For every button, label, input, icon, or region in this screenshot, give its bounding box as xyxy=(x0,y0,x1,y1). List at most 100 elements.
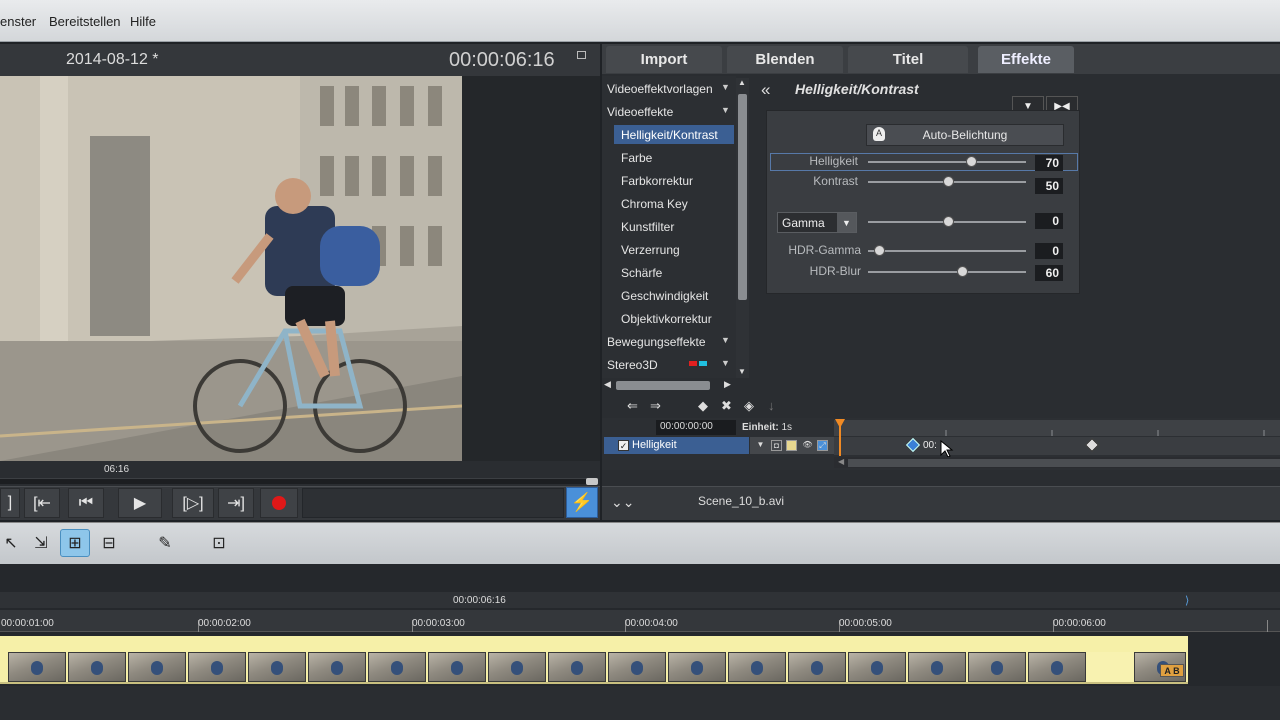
scrub-track[interactable] xyxy=(0,478,598,484)
keyframe-checkbox[interactable]: ✓ xyxy=(618,440,629,451)
fx-item-geschwindigkeit[interactable]: Geschwindigkeit xyxy=(621,289,708,303)
mark-out-icon[interactable]: ] xyxy=(0,488,20,518)
zoom-tool-icon[interactable]: ⊡ xyxy=(204,529,234,557)
helligkeit-value[interactable]: 70 xyxy=(1035,155,1063,171)
transition-badge-icon[interactable]: A B xyxy=(1160,664,1184,677)
effects-hscroll-thumb[interactable] xyxy=(616,381,710,390)
lock-icon[interactable]: ◘ xyxy=(771,440,782,451)
category-label: Videoeffekte xyxy=(607,105,674,119)
kontrast-knob[interactable] xyxy=(943,176,954,187)
delete-keyframe-icon[interactable]: ✖ xyxy=(721,398,732,414)
category-bewegungseffekte[interactable]: Bewegungseffekte ▼ xyxy=(607,335,730,349)
go-to-end-icon[interactable]: ⇥] xyxy=(218,488,254,518)
clip-thumbnail xyxy=(8,652,66,682)
fx-item-schaerfe[interactable]: Schärfe xyxy=(621,266,662,280)
ruler-label: 00:00:03:00 xyxy=(412,618,465,629)
menu-hilfe[interactable]: Hilfe xyxy=(130,14,156,29)
go-to-start-icon[interactable]: [⇤ xyxy=(24,488,60,518)
fx-item-helligkeit-kontrast[interactable]: Helligkeit/Kontrast xyxy=(614,125,734,144)
razor-tool-icon[interactable]: ✎ xyxy=(150,529,180,557)
category-videoeffektvorlagen[interactable]: Videoeffektvorlagen ▼ xyxy=(607,82,730,96)
play-range-icon[interactable]: [▷] xyxy=(172,488,214,518)
keyframe-ruler[interactable] xyxy=(834,420,1280,436)
scroll-left-icon[interactable]: ◀ xyxy=(604,379,611,390)
keyframe-scroll-thumb[interactable] xyxy=(848,459,1280,467)
menu-bereitstellen[interactable]: Bereitstellen xyxy=(49,14,121,29)
record-icon[interactable] xyxy=(260,488,298,518)
prev-keyframe-icon[interactable]: ⇐ xyxy=(627,398,638,414)
expand-down-icon[interactable]: ⌄⌄ xyxy=(611,494,634,511)
fx-item-farbe[interactable]: Farbe xyxy=(621,151,652,165)
category-videoeffekte[interactable]: Videoeffekte ▼ xyxy=(607,105,730,119)
curve-icon[interactable]: ⤢ xyxy=(817,440,828,451)
fx-item-farbkorrektur[interactable]: Farbkorrektur xyxy=(621,174,693,188)
clip-header[interactable] xyxy=(0,636,1188,650)
transport-spacer xyxy=(302,488,564,518)
chevron-down-icon: ▼ xyxy=(721,358,730,368)
tab-effekte[interactable]: Effekte xyxy=(978,46,1074,73)
category-label: Stereo3D xyxy=(607,358,658,372)
hdr-blur-value[interactable]: 60 xyxy=(1035,265,1063,281)
back-icon[interactable]: « xyxy=(761,80,770,100)
effects-vscroll-thumb[interactable] xyxy=(738,94,747,300)
color-icon[interactable] xyxy=(786,440,797,451)
kontrast-value[interactable]: 50 xyxy=(1035,178,1063,194)
next-keyframe-icon[interactable]: ⇒ xyxy=(650,398,661,414)
helligkeit-slider[interactable] xyxy=(868,161,1026,163)
end-marker-icon[interactable]: ⟩ xyxy=(1185,594,1189,607)
hdr-gamma-knob[interactable] xyxy=(874,245,885,256)
maximize-icon[interactable] xyxy=(577,51,586,59)
chevron-down-icon: ▼ xyxy=(721,82,730,92)
scrub-handle[interactable] xyxy=(586,478,598,485)
chevron-down-icon: ▼ xyxy=(721,105,730,115)
fx-item-chroma-key[interactable]: Chroma Key xyxy=(621,197,688,211)
fx-item-verzerrung[interactable]: Verzerrung xyxy=(621,243,680,257)
chevron-down-icon[interactable]: ▼ xyxy=(837,213,856,232)
auto-exposure-button[interactable]: Auto-Belichtung xyxy=(866,124,1064,146)
scroll-left-icon[interactable]: ◀ xyxy=(838,457,844,466)
clip-filename: Scene_10_b.avi xyxy=(698,494,785,508)
scroll-down-icon[interactable]: ▼ xyxy=(738,367,746,376)
hdr-blur-slider[interactable] xyxy=(868,271,1026,273)
fx-item-objektivkorrektur[interactable]: Objektivkorrektur xyxy=(621,312,712,326)
tab-blenden[interactable]: Blenden xyxy=(727,46,843,73)
copy-keyframe-icon[interactable]: ◈ xyxy=(744,398,754,414)
fx-item-kunstfilter[interactable]: Kunstfilter xyxy=(621,220,674,234)
menu-fenster[interactable]: enster xyxy=(0,14,36,29)
scroll-up-icon[interactable]: ▲ xyxy=(738,78,746,87)
previous-frame-icon[interactable]: ⏮ xyxy=(68,488,104,518)
range-tool-icon[interactable]: ⊟ xyxy=(94,529,124,557)
hdr-gamma-slider[interactable] xyxy=(868,250,1026,252)
gamma-select-value: Gamma xyxy=(782,216,825,230)
chevron-down-icon[interactable]: ▼ xyxy=(755,440,766,451)
trim-tool-icon[interactable]: ⇲ xyxy=(26,529,56,557)
multi-select-tool-icon[interactable]: ⊞ xyxy=(60,529,90,557)
paste-keyframe-icon[interactable]: ↓ xyxy=(768,398,775,413)
timeline-cursor-row[interactable] xyxy=(0,592,1280,608)
playhead-marker-icon[interactable] xyxy=(835,419,845,428)
category-stereo3d[interactable]: Stereo3D ▼ xyxy=(607,358,730,372)
clip-thumbnail xyxy=(488,652,546,682)
gamma-knob[interactable] xyxy=(943,216,954,227)
hdr-gamma-value[interactable]: 0 xyxy=(1035,243,1063,259)
scroll-right-icon[interactable]: ▶ xyxy=(724,379,731,390)
clip-thumbnail xyxy=(308,652,366,682)
keyframe-time[interactable]: 00:00:00:00 xyxy=(656,420,736,435)
gamma-value[interactable]: 0 xyxy=(1035,213,1063,229)
tab-import[interactable]: Import xyxy=(606,46,722,73)
eye-icon[interactable]: 👁 xyxy=(802,440,813,451)
clip-thumbnail xyxy=(548,652,606,682)
ruler-label: 00:00:05:00 xyxy=(839,618,892,629)
timeline-empty-track[interactable] xyxy=(0,686,1280,720)
lightning-icon[interactable]: ⚡ xyxy=(566,487,598,518)
pointer-tool-icon[interactable]: ↖ xyxy=(0,529,26,557)
hdr-blur-knob[interactable] xyxy=(956,266,968,277)
clip-thumbnail xyxy=(848,652,906,682)
add-keyframe-icon[interactable]: ◆ xyxy=(698,398,708,414)
menu-bar: enster Bereitstellen Hilfe xyxy=(0,0,1280,42)
clip-thumbnail xyxy=(968,652,1026,682)
clip-thumbnail xyxy=(368,652,426,682)
tab-titel[interactable]: Titel xyxy=(848,46,968,73)
play-icon[interactable]: ▶ xyxy=(118,488,162,518)
keyframe-track[interactable] xyxy=(834,437,1280,455)
